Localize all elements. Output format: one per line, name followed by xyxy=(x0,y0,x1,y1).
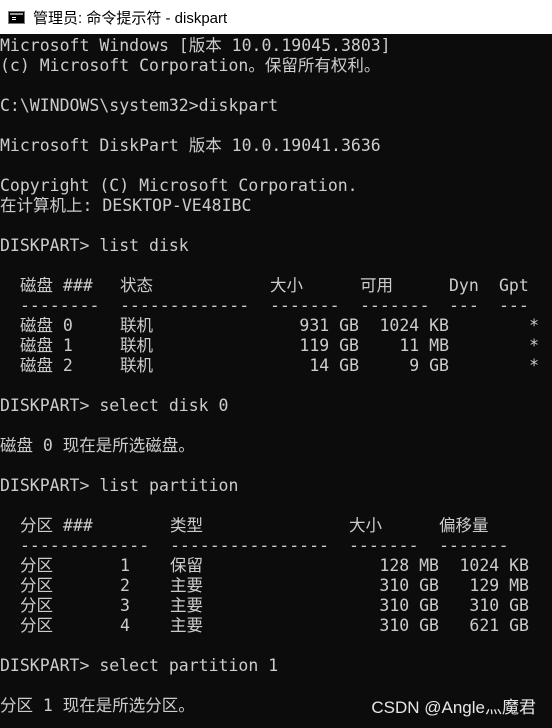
partition-table-header: 分区 ### 类型 大小 偏移量 xyxy=(0,516,552,536)
cmd-icon xyxy=(8,10,25,24)
disk-table-header: 磁盘 ### 状态 大小 可用 Dyn Gpt xyxy=(0,276,552,296)
column-header: 分区 ### xyxy=(20,516,93,535)
disk-free: 11 MB xyxy=(399,336,449,355)
console-line: DISKPART> list partition xyxy=(0,476,239,495)
console-line: C:\WINDOWS\system32>diskpart xyxy=(0,96,279,115)
column-separator: ------------- xyxy=(120,296,250,315)
disk-size: 931 GB xyxy=(299,316,359,335)
partition-size: 310 GB xyxy=(379,596,439,615)
partition-label: 分区 xyxy=(20,596,53,615)
csdn-watermark: CSDN @Angle灬魔君 xyxy=(371,698,536,717)
disk-row: 磁盘 0 联机 931 GB 1024 KB * xyxy=(0,316,552,336)
column-header: 状态 xyxy=(120,276,153,295)
console-line: 在计算机上: DESKTOP-VE48IBC xyxy=(0,196,252,215)
partition-number: 3 xyxy=(120,596,130,615)
column-separator: ------- xyxy=(439,536,509,555)
column-header: 大小 xyxy=(270,276,303,295)
disk-name: 磁盘 1 xyxy=(20,336,73,355)
disk-gpt: * xyxy=(529,336,539,355)
partition-type: 保留 xyxy=(170,556,203,575)
disk-name: 磁盘 2 xyxy=(20,356,73,375)
disk-gpt: * xyxy=(529,356,539,375)
partition-offset: 129 MB xyxy=(469,576,529,595)
column-header: Gpt xyxy=(499,276,529,295)
window-title: 管理员: 命令提示符 - diskpart xyxy=(33,9,228,27)
console-line: Microsoft DiskPart 版本 10.0.19041.3636 xyxy=(0,136,381,155)
column-separator: ------- xyxy=(270,296,340,315)
partition-label: 分区 xyxy=(20,556,53,575)
disk-status: 联机 xyxy=(120,316,153,335)
partition-number: 2 xyxy=(120,576,130,595)
partition-row: 分区 4 主要 310 GB 621 GB xyxy=(0,616,552,636)
disk-size: 14 GB xyxy=(309,356,359,375)
console-line: DISKPART> select disk 0 xyxy=(0,396,229,415)
column-header: Dyn xyxy=(449,276,479,295)
partition-row: 分区 3 主要 310 GB 310 GB xyxy=(0,596,552,616)
disk-name: 磁盘 0 xyxy=(20,316,73,335)
column-separator: -------- xyxy=(20,296,100,315)
console-line: 磁盘 0 现在是所选磁盘。 xyxy=(0,436,195,455)
disk-gpt: * xyxy=(529,316,539,335)
partition-type: 主要 xyxy=(170,616,203,635)
column-header: 偏移量 xyxy=(439,516,489,535)
column-separator: --- xyxy=(449,296,479,315)
partition-size: 310 GB xyxy=(379,576,439,595)
partition-offset: 621 GB xyxy=(469,616,529,635)
partition-size: 128 MB xyxy=(379,556,439,575)
partition-size: 310 GB xyxy=(379,616,439,635)
partition-number: 1 xyxy=(120,556,130,575)
console-line: Microsoft Windows [版本 10.0.19045.3803] xyxy=(0,36,391,55)
console-output[interactable]: Microsoft Windows [版本 10.0.19045.3803] (c… xyxy=(0,36,552,728)
column-header: 大小 xyxy=(349,516,382,535)
console-line: DISKPART> list disk xyxy=(0,236,189,255)
column-separator: ---------------- xyxy=(170,536,329,555)
partition-offset: 310 GB xyxy=(469,596,529,615)
partition-number: 4 xyxy=(120,616,130,635)
column-separator: --- xyxy=(499,296,529,315)
disk-row: 磁盘 1 联机 119 GB 11 MB * xyxy=(0,336,552,356)
title-bar[interactable]: 管理员: 命令提示符 - diskpart xyxy=(0,0,552,34)
disk-table-separator: -------- ------------- ------- ------- --- --… xyxy=(0,296,552,316)
column-header: 磁盘 ### xyxy=(20,276,93,295)
cmd-window: 管理员: 命令提示符 - diskpart Microsoft Windows … xyxy=(0,0,552,728)
partition-label: 分区 xyxy=(20,616,53,635)
partition-offset: 1024 KB xyxy=(459,556,529,575)
disk-row: 磁盘 2 联机 14 GB 9 GB * xyxy=(0,356,552,376)
partition-row: 分区 2 主要 310 GB 129 MB xyxy=(0,576,552,596)
partition-type: 主要 xyxy=(170,596,203,615)
console-line: (c) Microsoft Corporation。保留所有权利。 xyxy=(0,56,381,75)
column-header: 可用 xyxy=(360,276,393,295)
console-line: Copyright (C) Microsoft Corporation. xyxy=(0,176,358,195)
partition-type: 主要 xyxy=(170,576,203,595)
disk-free: 1024 KB xyxy=(379,316,449,335)
partition-label: 分区 xyxy=(20,576,53,595)
console-line: DISKPART> select partition 1 xyxy=(0,656,279,675)
disk-size: 119 GB xyxy=(299,336,359,355)
column-header: 类型 xyxy=(170,516,203,535)
partition-row: 分区 1 保留 128 MB 1024 KB xyxy=(0,556,552,576)
disk-status: 联机 xyxy=(120,336,153,355)
column-separator: ------- xyxy=(360,296,430,315)
column-separator: ------------- xyxy=(20,536,150,555)
disk-free: 9 GB xyxy=(409,356,449,375)
partition-table-separator: ------------- ---------------- ------- ----… xyxy=(0,536,552,556)
column-separator: ------- xyxy=(349,536,419,555)
disk-status: 联机 xyxy=(120,356,153,375)
